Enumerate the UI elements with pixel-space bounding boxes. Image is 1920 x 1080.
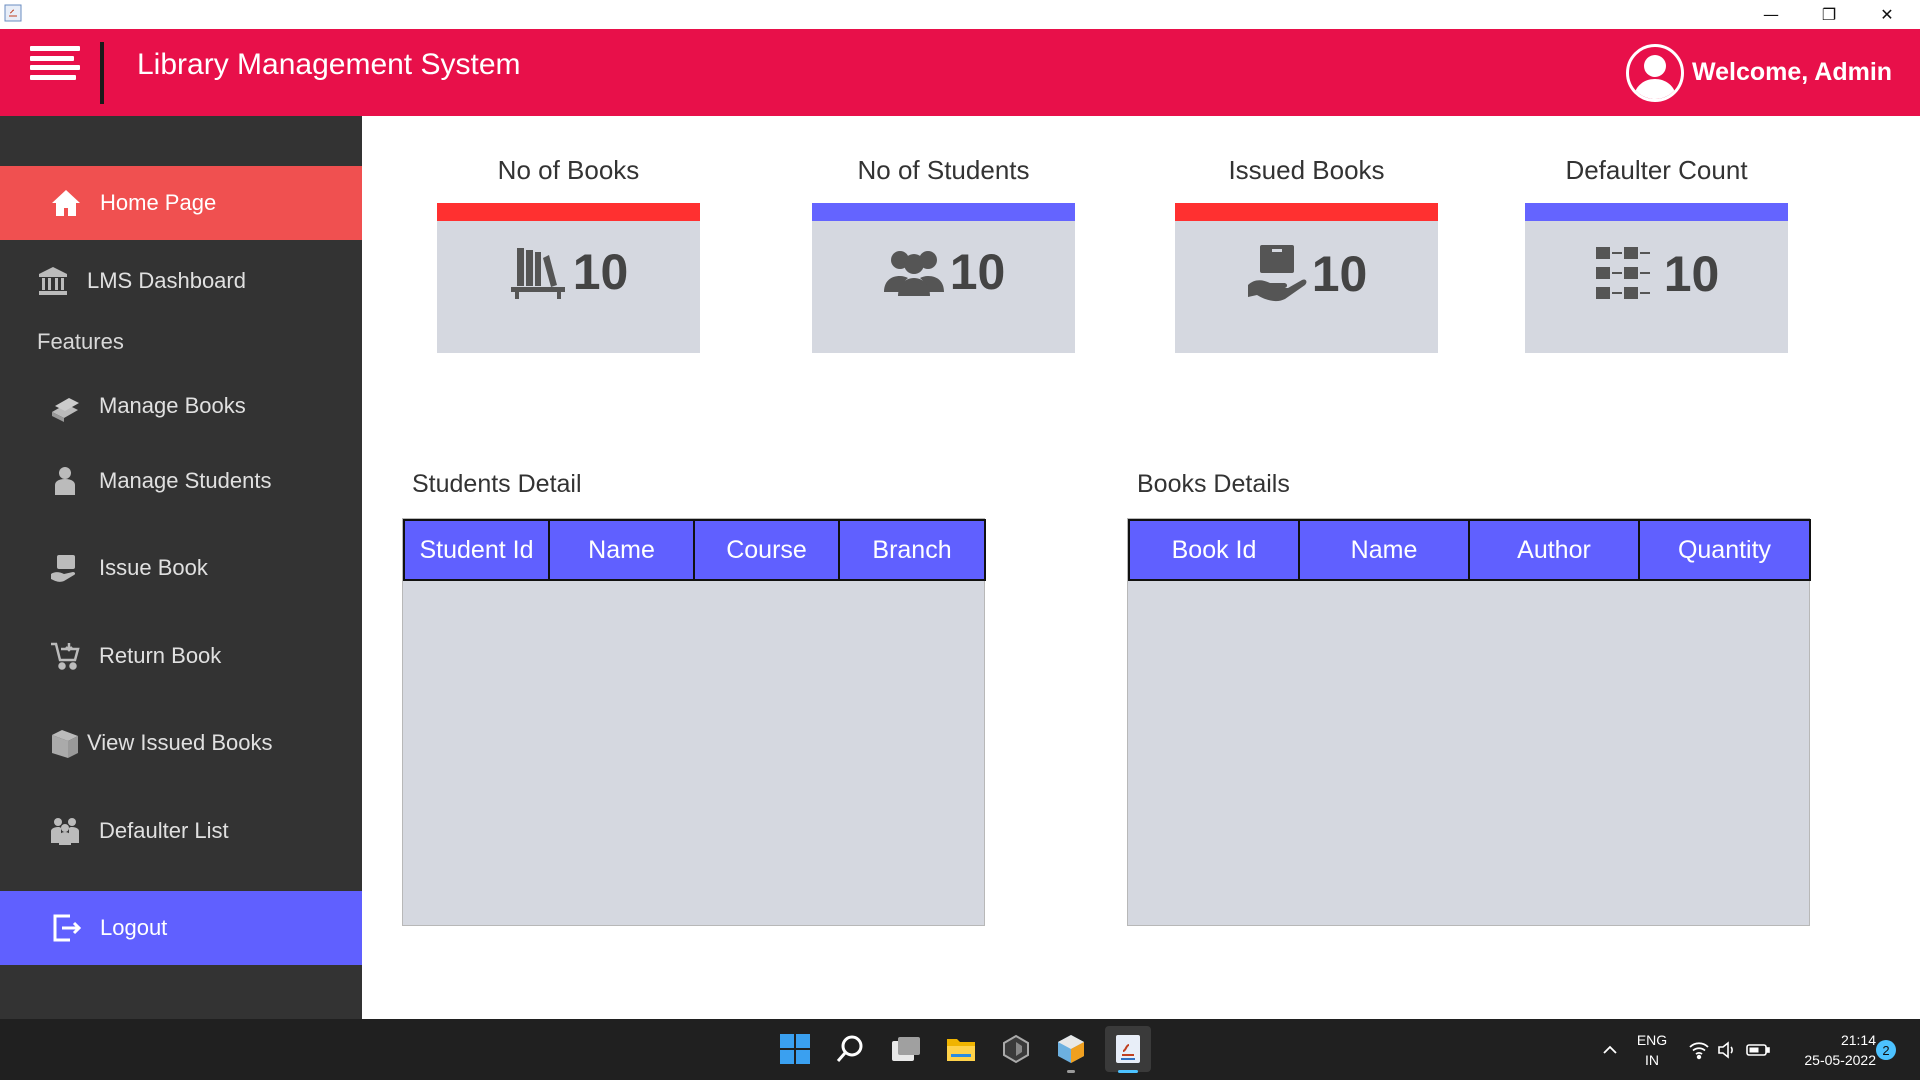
books-table-header: Book Id Name Author Quantity bbox=[1128, 519, 1811, 581]
clock-time: 21:14 bbox=[1840, 1032, 1876, 1048]
sidebar-item-label: Defaulter List bbox=[99, 818, 229, 843]
hand-book-icon bbox=[1246, 243, 1308, 305]
col-course[interactable]: Course bbox=[695, 521, 840, 579]
show-hidden-icons-chevron-icon[interactable] bbox=[1600, 1040, 1620, 1060]
sidebar-item-view-issued-books[interactable]: View Issued Books bbox=[0, 706, 362, 780]
students-detail-title: Students Detail bbox=[412, 470, 582, 498]
logout-icon bbox=[50, 912, 82, 944]
java-app-icon bbox=[4, 4, 22, 22]
card-accent-bar bbox=[812, 203, 1075, 221]
book-icon bbox=[49, 390, 81, 422]
user-avatar-icon bbox=[1626, 44, 1684, 102]
return-cart-icon bbox=[49, 640, 81, 672]
sidebar-item-label: Manage Students bbox=[99, 468, 272, 493]
wifi-icon[interactable] bbox=[1688, 1040, 1710, 1060]
sidebar-item-label: Return Book bbox=[99, 643, 222, 668]
sidebar-item-home[interactable]: Home Page bbox=[0, 166, 362, 240]
home-icon bbox=[50, 187, 82, 219]
issued-books-value: 10 bbox=[1311, 246, 1368, 302]
sidebar-item-label: Home Page bbox=[100, 190, 217, 215]
language-indicator[interactable]: ENG IN bbox=[1632, 1030, 1672, 1070]
minimize-button[interactable]: — bbox=[1742, 0, 1800, 29]
students-count-value: 10 bbox=[949, 244, 1006, 300]
books-shelf-icon bbox=[509, 244, 569, 300]
col-book-id[interactable]: Book Id bbox=[1130, 521, 1300, 579]
books-stack-icon bbox=[49, 727, 81, 759]
window-titlebar: — ❐ ✕ bbox=[0, 0, 1920, 29]
logout-button[interactable]: Logout bbox=[0, 891, 362, 965]
card-accent-bar bbox=[1525, 203, 1788, 221]
group-icon bbox=[49, 815, 81, 847]
logout-label: Logout bbox=[100, 915, 168, 940]
card-title-issued: Issued Books bbox=[1228, 155, 1385, 185]
sidebar-item-manage-books[interactable]: Manage Books bbox=[0, 369, 362, 443]
windows-start-icon[interactable] bbox=[776, 1030, 814, 1068]
java-app-taskbar-icon[interactable] bbox=[1105, 1026, 1151, 1072]
sidebar-item-manage-students[interactable]: Manage Students bbox=[0, 444, 362, 518]
col-name[interactable]: Name bbox=[550, 521, 695, 579]
col-name[interactable]: Name bbox=[1300, 521, 1470, 579]
clock[interactable]: 21:14 25-05-2022 bbox=[1780, 1030, 1876, 1070]
card-title-books: No of Books bbox=[497, 155, 640, 185]
app-title: Library Management System bbox=[137, 48, 521, 81]
sidebar-section-features: Features bbox=[37, 329, 124, 354]
sidebar-item-label: View Issued Books bbox=[87, 730, 273, 755]
books-count-value: 10 bbox=[572, 244, 629, 300]
students-table-header: Student Id Name Course Branch bbox=[403, 519, 986, 581]
col-author[interactable]: Author bbox=[1470, 521, 1640, 579]
sidebar-item-dashboard[interactable]: LMS Dashboard bbox=[0, 244, 362, 318]
books-table[interactable]: Book Id Name Author Quantity bbox=[1127, 518, 1811, 926]
volume-icon[interactable] bbox=[1716, 1040, 1738, 1060]
books-count-card: 10 bbox=[437, 203, 700, 353]
defaulter-count-card: 10 bbox=[1525, 203, 1788, 353]
header-divider bbox=[100, 42, 104, 104]
books-details-title: Books Details bbox=[1137, 470, 1290, 498]
sidebar-item-return-book[interactable]: Return Book bbox=[0, 619, 362, 693]
task-view-icon[interactable] bbox=[887, 1030, 925, 1068]
bank-icon bbox=[37, 265, 69, 297]
hamburger-menu-icon[interactable] bbox=[30, 46, 80, 86]
card-title-students: No of Students bbox=[857, 155, 1030, 185]
col-quantity[interactable]: Quantity bbox=[1640, 521, 1809, 579]
netbeans-running-indicator bbox=[1067, 1070, 1075, 1073]
region-label: IN bbox=[1645, 1052, 1659, 1068]
sidebar-item-issue-book[interactable]: Issue Book bbox=[0, 531, 362, 605]
defaulter-count-value: 10 bbox=[1663, 246, 1720, 302]
list-icon bbox=[1594, 243, 1660, 305]
clock-date: 25-05-2022 bbox=[1804, 1052, 1876, 1068]
students-table[interactable]: Student Id Name Course Branch bbox=[402, 518, 986, 926]
file-explorer-icon[interactable] bbox=[942, 1030, 980, 1068]
sidebar-item-label: Issue Book bbox=[99, 555, 208, 580]
sidebar-item-label: LMS Dashboard bbox=[87, 268, 246, 293]
student-icon bbox=[49, 465, 81, 497]
issue-book-icon bbox=[49, 552, 81, 584]
close-button[interactable]: ✕ bbox=[1858, 0, 1916, 29]
sidebar-item-defaulter-list[interactable]: Defaulter List bbox=[0, 794, 362, 868]
battery-icon[interactable] bbox=[1746, 1042, 1770, 1058]
col-student-id[interactable]: Student Id bbox=[405, 521, 550, 579]
card-title-defaulter: Defaulter Count bbox=[1565, 155, 1748, 185]
students-count-card: 10 bbox=[812, 203, 1075, 353]
netbeans-icon[interactable] bbox=[1052, 1030, 1090, 1068]
dev-app-icon[interactable] bbox=[997, 1030, 1035, 1068]
notification-badge[interactable]: 2 bbox=[1876, 1040, 1896, 1060]
java-app-active-indicator bbox=[1118, 1070, 1138, 1073]
col-branch[interactable]: Branch bbox=[840, 521, 984, 579]
welcome-label: Welcome, Admin bbox=[1692, 58, 1893, 86]
card-accent-bar bbox=[437, 203, 700, 221]
language-label: ENG bbox=[1636, 1032, 1668, 1048]
sidebar-item-label: Manage Books bbox=[99, 393, 246, 418]
people-icon bbox=[882, 246, 946, 298]
search-icon[interactable] bbox=[831, 1030, 869, 1068]
restore-button[interactable]: ❐ bbox=[1800, 0, 1858, 29]
card-accent-bar bbox=[1175, 203, 1438, 221]
issued-books-card: 10 bbox=[1175, 203, 1438, 353]
